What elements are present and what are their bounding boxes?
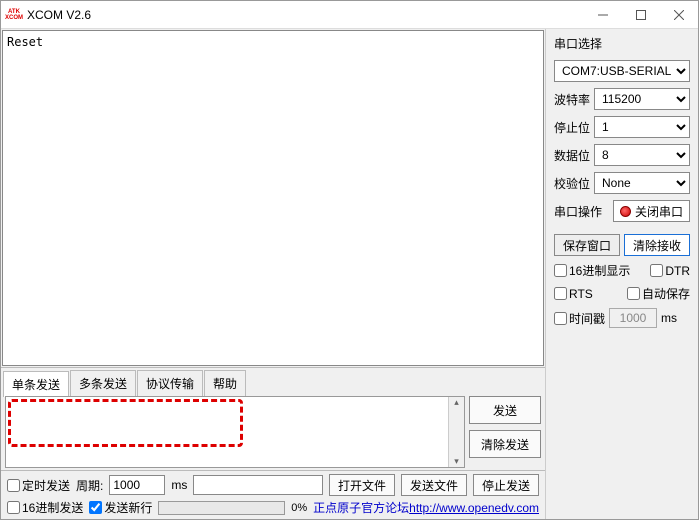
send-scrollbar[interactable]: ▴▾: [448, 397, 464, 467]
timestamp-unit: ms: [661, 311, 677, 325]
send-tabs: 单条发送 多条发送 协议传输 帮助: [1, 367, 545, 396]
port-op-label: 串口操作: [554, 203, 602, 220]
hex-display-checkbox[interactable]: [554, 264, 567, 277]
port-section-label: 串口选择: [554, 35, 690, 52]
file-path-input[interactable]: [193, 475, 323, 495]
footer-text: 正点原子官方论坛: [313, 501, 409, 515]
rts-label: RTS: [569, 287, 593, 301]
data-bits-label: 数据位: [554, 147, 590, 164]
maximize-button[interactable]: [622, 1, 660, 29]
dtr-label: DTR: [665, 264, 690, 278]
timestamp-input[interactable]: [609, 308, 657, 328]
parity-select[interactable]: None: [594, 172, 690, 194]
data-bits-select[interactable]: 8: [594, 144, 690, 166]
tab-multi-send[interactable]: 多条发送: [70, 370, 136, 396]
title-bar: ATKXCOM XCOM V2.6: [1, 1, 698, 29]
send-file-button[interactable]: 发送文件: [401, 474, 467, 496]
timestamp-checkbox[interactable]: [554, 312, 567, 325]
toggle-port-label: 关闭串口: [635, 203, 683, 220]
app-logo-icon: ATKXCOM: [5, 6, 23, 24]
hex-send-checkbox[interactable]: [7, 501, 20, 514]
hex-display-label: 16进制显示: [569, 262, 630, 279]
auto-save-checkbox[interactable]: [627, 287, 640, 300]
timestamp-label: 时间戳: [569, 310, 605, 327]
open-file-button[interactable]: 打开文件: [329, 474, 395, 496]
period-label: 周期:: [76, 477, 103, 494]
period-unit: ms: [171, 478, 187, 492]
send-newline-label: 发送新行: [104, 499, 152, 516]
save-window-button[interactable]: 保存窗口: [554, 234, 620, 256]
close-button[interactable]: [660, 1, 698, 29]
progress-percent: 0%: [291, 502, 307, 514]
rts-checkbox[interactable]: [554, 287, 567, 300]
tab-help[interactable]: 帮助: [204, 370, 246, 396]
hex-send-label: 16进制发送: [22, 499, 83, 516]
clear-receive-button[interactable]: 清除接收: [624, 234, 690, 256]
clear-send-button[interactable]: 清除发送: [469, 430, 541, 458]
send-newline-checkbox[interactable]: [89, 501, 102, 514]
window-title: XCOM V2.6: [27, 8, 584, 22]
stop-bits-label: 停止位: [554, 119, 590, 136]
stop-bits-select[interactable]: 1: [594, 116, 690, 138]
parity-label: 校验位: [554, 175, 590, 192]
timed-send-checkbox[interactable]: [7, 479, 20, 492]
toggle-port-button[interactable]: 关闭串口: [613, 200, 690, 222]
port-select[interactable]: COM7:USB-SERIAL CH340: [554, 60, 690, 82]
port-led-icon: [620, 206, 631, 217]
tab-protocol[interactable]: 协议传输: [137, 370, 203, 396]
progress-bar: [158, 501, 285, 515]
settings-panel: 串口选择 COM7:USB-SERIAL CH340 波特率 115200 停止…: [546, 29, 698, 519]
stop-send-button[interactable]: 停止发送: [473, 474, 539, 496]
footer-link[interactable]: http://www.openedv.com: [409, 501, 539, 515]
send-textarea[interactable]: [6, 397, 448, 467]
timed-send-label: 定时发送: [22, 477, 70, 494]
dtr-checkbox[interactable]: [650, 264, 663, 277]
minimize-button[interactable]: [584, 1, 622, 29]
auto-save-label: 自动保存: [642, 285, 690, 302]
baud-select[interactable]: 115200: [594, 88, 690, 110]
send-button[interactable]: 发送: [469, 396, 541, 424]
tab-single-send[interactable]: 单条发送: [3, 371, 69, 397]
baud-label: 波特率: [554, 91, 590, 108]
receive-textarea[interactable]: Reset: [2, 30, 544, 366]
period-input[interactable]: [109, 475, 165, 495]
